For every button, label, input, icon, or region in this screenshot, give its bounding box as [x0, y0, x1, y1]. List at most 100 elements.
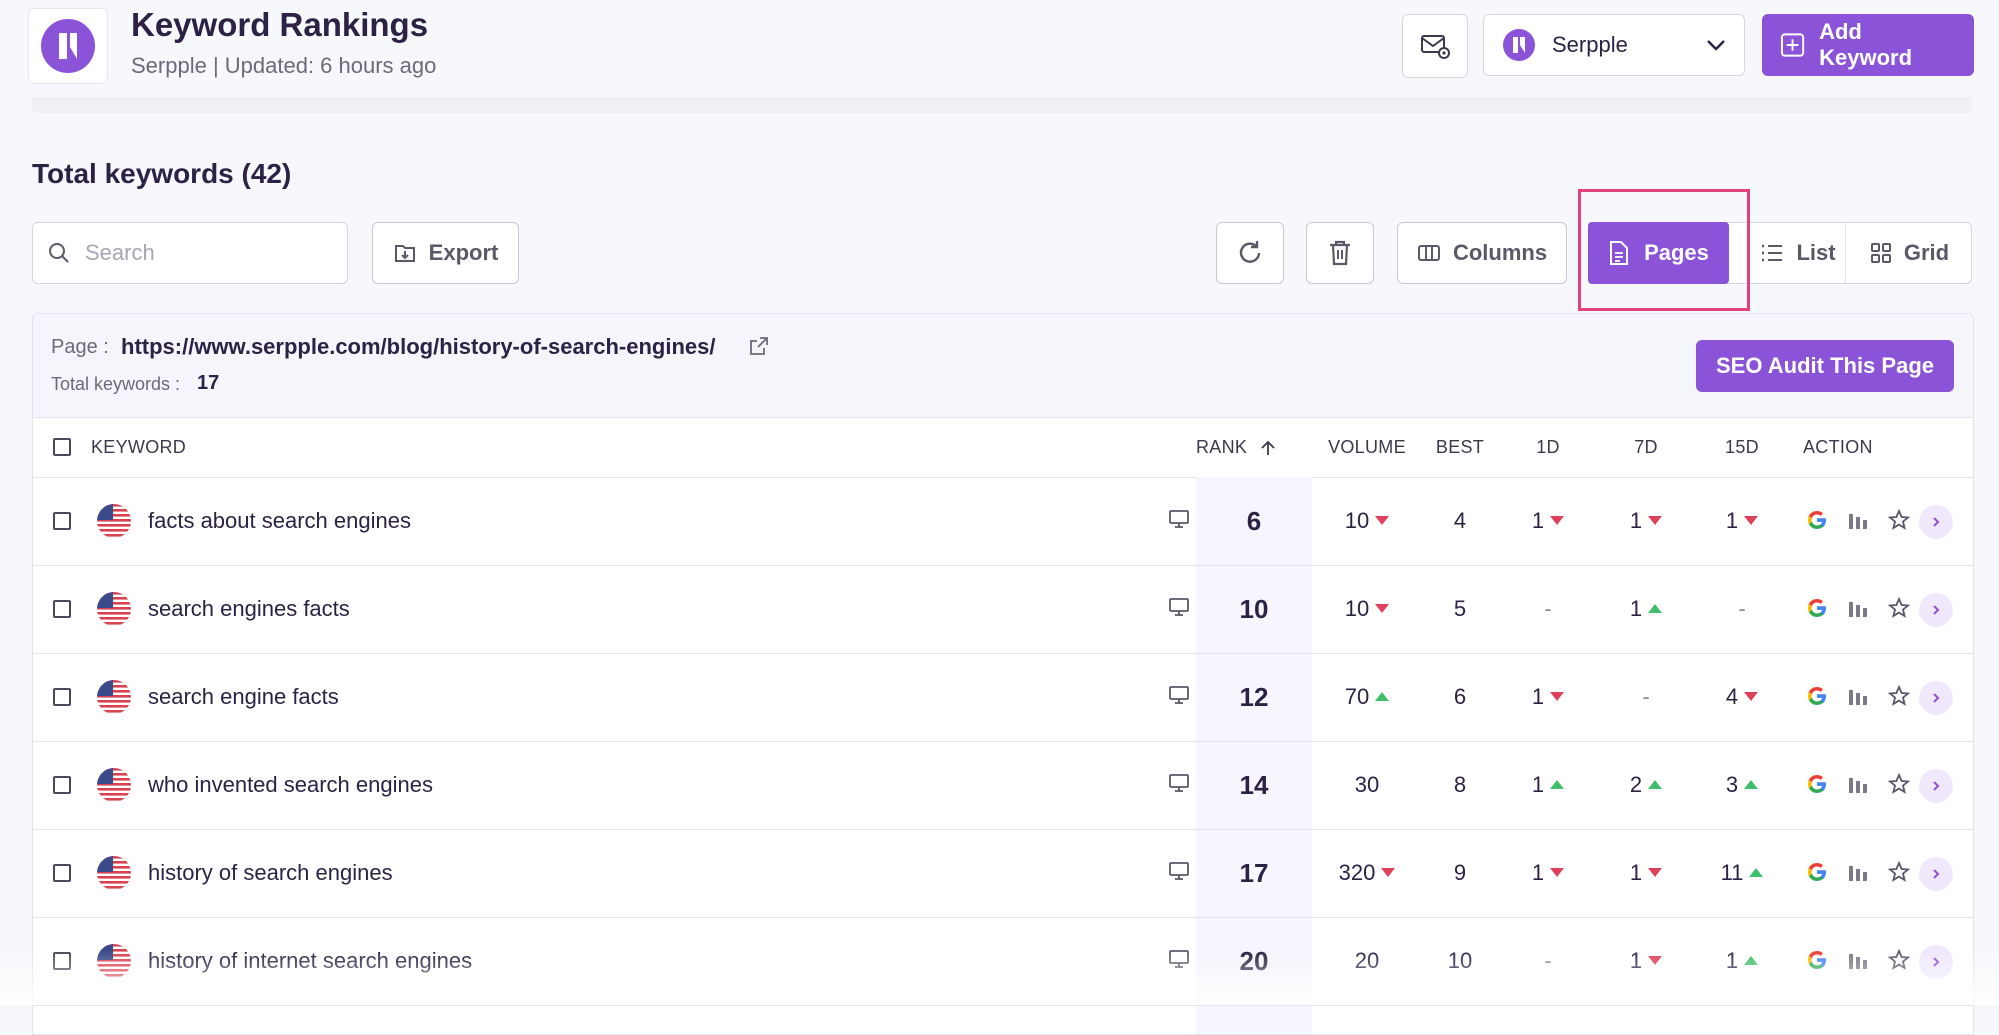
google-icon[interactable] [1805, 684, 1829, 713]
chevron-right-icon [1929, 955, 1943, 969]
search-input[interactable] [83, 239, 327, 267]
keyword-text[interactable]: facts about search engines [148, 477, 411, 565]
rank-value: 10 [1239, 594, 1269, 624]
row-details-button[interactable] [1919, 945, 1953, 979]
keyword-text[interactable]: who invented search engines [148, 741, 433, 829]
row-checkbox[interactable] [53, 600, 71, 618]
row-details-button[interactable] [1919, 857, 1953, 891]
project-logo-icon [1503, 29, 1535, 61]
trash-icon [1330, 240, 1350, 266]
row-checkbox[interactable] [53, 952, 71, 970]
chevron-right-icon [1929, 867, 1943, 881]
star-icon[interactable] [1887, 508, 1911, 537]
google-icon[interactable] [1805, 860, 1829, 889]
row-details-button[interactable] [1919, 769, 1953, 803]
keyword-text[interactable]: history of internet search engines [148, 917, 472, 1005]
desktop-icon [1169, 686, 1189, 709]
column-7d[interactable]: 7D [1598, 417, 1694, 477]
chevron-right-icon [1929, 779, 1943, 793]
best-value: 9 [1453, 860, 1467, 885]
bar-chart-icon[interactable] [1847, 772, 1869, 799]
row-checkbox[interactable] [53, 512, 71, 530]
volume-value: 320 [1312, 829, 1422, 917]
google-icon[interactable] [1805, 948, 1829, 977]
page-url-link[interactable]: https://www.serpple.com/blog/history-of-… [121, 334, 715, 360]
keyword-text[interactable]: history of search engines [148, 829, 393, 917]
bar-chart-icon[interactable] [1847, 860, 1869, 887]
select-all-checkbox[interactable] [53, 438, 71, 456]
page-total-keywords-value: 17 [197, 372, 220, 394]
google-icon[interactable] [1805, 508, 1829, 537]
change-1d-value: - [1544, 948, 1552, 973]
rank-value: 20 [1239, 946, 1269, 976]
trend-down-icon [1648, 515, 1663, 525]
row-details-button[interactable] [1919, 505, 1953, 539]
refresh-button[interactable] [1216, 222, 1284, 284]
table-row[interactable]: facts about search engines 6 10 4 1 1 1 [33, 477, 1973, 566]
table-row[interactable]: who invented search engines 14 30 8 1 2 3 [33, 741, 1973, 830]
column-volume[interactable]: VOLUME [1312, 417, 1422, 477]
bar-chart-icon[interactable] [1847, 596, 1869, 623]
page-total-keywords-label: Total keywords : [51, 374, 181, 394]
bar-chart-icon[interactable] [1847, 508, 1869, 535]
star-icon[interactable] [1887, 860, 1911, 889]
row-details-button[interactable] [1919, 593, 1953, 627]
project-select[interactable]: Serpple [1483, 14, 1745, 76]
rank-value: 17 [1239, 858, 1269, 888]
column-keyword[interactable]: KEYWORD [91, 417, 186, 477]
column-1d[interactable]: 1D [1498, 417, 1598, 477]
keyword-text[interactable]: search engines facts [148, 565, 350, 653]
google-icon[interactable] [1805, 596, 1829, 625]
trend-down-icon [1648, 955, 1663, 965]
change-7d-value: 2 [1598, 741, 1694, 829]
trend-down-icon [1744, 691, 1759, 701]
row-details-button[interactable] [1919, 681, 1953, 715]
row-checkbox[interactable] [53, 688, 71, 706]
seo-audit-button[interactable]: SEO Audit This Page [1696, 340, 1954, 392]
change-7d-value: 1 [1598, 565, 1694, 653]
view-list-button[interactable]: List [1748, 223, 1848, 283]
row-checkbox[interactable] [53, 776, 71, 794]
us-flag-icon [97, 680, 131, 714]
trend-down-icon [1648, 867, 1663, 877]
mail-settings-icon [1421, 35, 1450, 59]
export-label: Export [428, 240, 499, 265]
delete-button[interactable] [1306, 222, 1374, 284]
search-box[interactable] [32, 222, 348, 284]
trend-up-icon [1648, 779, 1663, 789]
add-keyword-button[interactable]: Add Keyword [1762, 14, 1974, 76]
google-icon[interactable] [1805, 772, 1829, 801]
export-icon [394, 245, 415, 262]
plus-square-icon [1780, 33, 1805, 57]
volume-value: 70 [1312, 653, 1422, 741]
table-row[interactable]: history of search engines 17 320 9 1 1 11 [33, 829, 1973, 918]
view-pages-button[interactable]: Pages [1588, 222, 1729, 284]
table-row[interactable]: history of internet search engines 20 20 10… [33, 917, 1973, 1006]
email-settings-button[interactable] [1402, 14, 1468, 78]
page-subtitle: Serpple | Updated: 6 hours ago [131, 53, 437, 78]
view-grid-label: Grid [1903, 240, 1950, 265]
columns-button[interactable]: Columns [1397, 222, 1567, 284]
page-header: Page : https://www.serpple.com/blog/hist… [33, 314, 1973, 418]
view-grid-button[interactable]: Grid [1845, 223, 1973, 283]
export-button[interactable]: Export [372, 222, 519, 284]
top-bar: Keyword Rankings Serpple | Updated: 6 ho… [0, 0, 1999, 100]
star-icon[interactable] [1887, 948, 1911, 977]
column-rank[interactable]: RANK [1196, 417, 1277, 477]
row-checkbox[interactable] [53, 864, 71, 882]
trend-up-icon [1550, 779, 1565, 789]
star-icon[interactable] [1887, 596, 1911, 625]
table-row[interactable]: search engines facts 10 10 5 - 1 - [33, 565, 1973, 654]
star-icon[interactable] [1887, 772, 1911, 801]
page-icon [1610, 241, 1629, 265]
external-link-icon[interactable] [749, 336, 769, 356]
bar-chart-icon[interactable] [1847, 684, 1869, 711]
column-15d[interactable]: 15D [1694, 417, 1790, 477]
column-best[interactable]: BEST [1422, 417, 1498, 477]
star-icon[interactable] [1887, 684, 1911, 713]
table-row[interactable]: search engine facts 12 70 6 1 - 4 [33, 653, 1973, 742]
best-value: 10 [1447, 948, 1473, 973]
bar-chart-icon[interactable] [1847, 948, 1869, 975]
best-value: 4 [1453, 508, 1467, 533]
keyword-text[interactable]: search engine facts [148, 653, 339, 741]
